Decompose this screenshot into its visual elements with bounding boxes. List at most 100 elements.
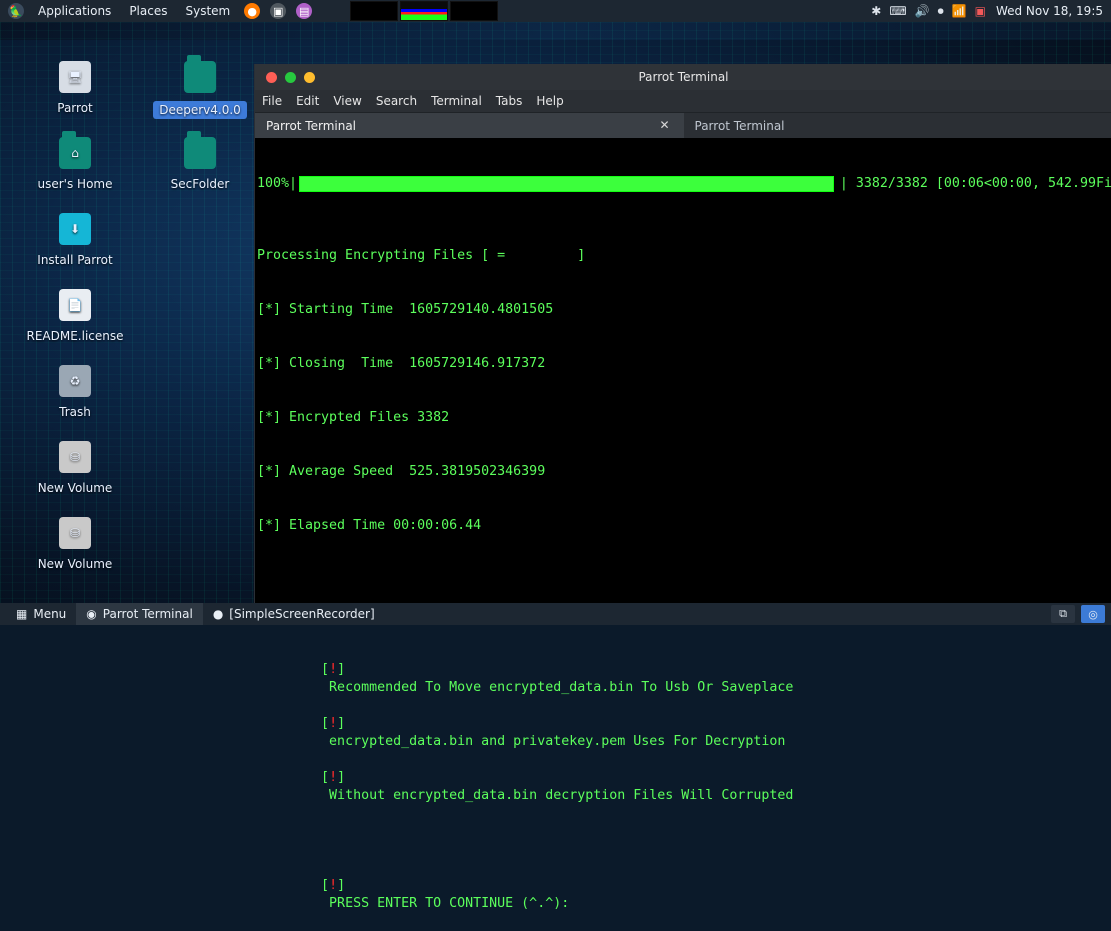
- taskbar-item-screen-recorder[interactable]: ● [SimpleScreenRecorder]: [203, 603, 385, 625]
- terminal-task-icon: ◉: [86, 607, 96, 621]
- places-menu[interactable]: Places: [125, 4, 171, 18]
- drive-icon: ⛁: [59, 441, 91, 473]
- terminal-tabbar: Parrot Terminal ✕ Parrot Terminal: [255, 112, 1111, 138]
- terminal-titlebar[interactable]: Parrot Terminal: [255, 64, 1111, 90]
- bottom-panel: ▦ Menu ◉ Parrot Terminal ● [SimpleScreen…: [0, 603, 1111, 625]
- output-line: [*] Closing Time 1605729146.917372: [257, 355, 1111, 373]
- output-line: [257, 805, 1111, 823]
- taskbar-item-parrot-terminal[interactable]: ◉ Parrot Terminal: [76, 603, 203, 625]
- desktop-icon-deeperv4[interactable]: Deeperv4.0.0: [145, 57, 255, 133]
- workspace-switcher-2[interactable]: ◎: [1081, 605, 1105, 623]
- menu-tabs[interactable]: Tabs: [496, 94, 523, 108]
- terminal-output[interactable]: 100%| | 3382/3382 [00:06<00:00, 542.99Fi…: [255, 137, 1111, 606]
- folder-icon: [184, 137, 216, 169]
- desktop-icons-left: 🖥 Parrot ⌂ user's Home ⬇ Install Parrot …: [20, 57, 130, 589]
- bracket-close: ]: [337, 716, 345, 731]
- cpu-graph: [350, 1, 398, 21]
- bracket-open: [: [321, 878, 329, 893]
- progress-suffix: | 3382/3382 [00:06<00:00, 542.99Fi: [840, 175, 1111, 193]
- clock[interactable]: Wed Nov 18, 19:5: [996, 4, 1103, 18]
- output-line: Processing Encrypting Files [ = ]: [257, 247, 1111, 265]
- install-icon: ⬇: [59, 213, 91, 245]
- desktop-icon-label: SecFolder: [171, 177, 230, 191]
- warning-line: [!] encrypted_data.bin and privatekey.pe…: [257, 697, 1111, 715]
- desktop-icon-install[interactable]: ⬇ Install Parrot: [20, 209, 130, 285]
- bluetooth-icon[interactable]: ✱: [871, 4, 881, 18]
- output-line: [*] Elapsed Time 00:00:06.44: [257, 517, 1111, 535]
- desktop-icon-new-volume-1[interactable]: ⛁ New Volume: [20, 437, 130, 513]
- top-panel: 🦜 Applications Places System ● ▣ ▤ ✱ ⌨ 🔊…: [0, 0, 1111, 22]
- desktop-icon-label: README.license: [26, 329, 123, 343]
- desktop: 🖥 Parrot ⌂ user's Home ⬇ Install Parrot …: [0, 22, 1111, 604]
- recorder-task-icon: ●: [213, 607, 223, 621]
- menu-search[interactable]: Search: [376, 94, 417, 108]
- tab-parrot-terminal-2[interactable]: Parrot Terminal: [684, 113, 1111, 138]
- terminal-launcher-icon[interactable]: ▣: [270, 3, 286, 19]
- menu-file[interactable]: File: [262, 94, 282, 108]
- document-icon: 📄: [59, 289, 91, 321]
- system-menu[interactable]: System: [181, 4, 234, 18]
- desktop-icon-trash[interactable]: ♻ Trash: [20, 361, 130, 437]
- tab-parrot-terminal-1[interactable]: Parrot Terminal ✕: [255, 113, 684, 138]
- desktop-icon-secfolder[interactable]: SecFolder: [145, 133, 255, 209]
- close-tab-icon[interactable]: ✕: [659, 118, 669, 132]
- desktop-icon-home[interactable]: ⌂ user's Home: [20, 133, 130, 209]
- desktop-icon-new-volume-2[interactable]: ⛁ New Volume: [20, 513, 130, 589]
- warning-line: [!] Recommended To Move encrypted_data.b…: [257, 643, 1111, 661]
- output-line: [*] Starting Time 1605729140.4801505: [257, 301, 1111, 319]
- record-icon[interactable]: ⏺: [938, 4, 944, 19]
- grid-menu-icon: ▦: [16, 607, 27, 621]
- system-monitor-applet[interactable]: [350, 1, 500, 21]
- tab-label: Parrot Terminal: [695, 119, 785, 133]
- warning-bang: !: [329, 716, 337, 731]
- desktop-icon-readme[interactable]: 📄 README.license: [20, 285, 130, 361]
- prompt-bang: !: [329, 878, 337, 893]
- applications-menu[interactable]: Applications: [34, 4, 115, 18]
- desktop-icons-right: Deeperv4.0.0 SecFolder: [145, 57, 255, 209]
- taskbar-label: [SimpleScreenRecorder]: [229, 607, 374, 621]
- menu-terminal[interactable]: Terminal: [431, 94, 482, 108]
- output-line: [*] Encrypted Files 3382: [257, 409, 1111, 427]
- bracket-open: [: [321, 716, 329, 731]
- menu-help[interactable]: Help: [536, 94, 563, 108]
- desktop-icon-label: New Volume: [38, 557, 113, 571]
- desktop-icon-parrot[interactable]: 🖥 Parrot: [20, 57, 130, 133]
- updates-icon[interactable]: ▣: [975, 4, 986, 18]
- memory-graph: [400, 1, 448, 21]
- menu-view[interactable]: View: [333, 94, 361, 108]
- warning-bang: !: [329, 770, 337, 785]
- workspace-switcher-1[interactable]: ⧉: [1051, 605, 1075, 623]
- tab-label: Parrot Terminal: [266, 119, 356, 133]
- firefox-icon[interactable]: ●: [244, 3, 260, 19]
- volume-icon[interactable]: 🔊: [915, 4, 930, 18]
- folder-icon: [184, 61, 216, 93]
- network-graph: [450, 1, 498, 21]
- terminal-title: Parrot Terminal: [255, 70, 1111, 84]
- prompt-line: [!] PRESS ENTER TO CONTINUE (^.^):: [257, 859, 1111, 877]
- computer-icon: 🖥: [59, 61, 91, 93]
- desktop-icon-label: New Volume: [38, 481, 113, 495]
- trash-icon: ♻: [59, 365, 91, 397]
- menu-launcher[interactable]: ▦ Menu: [6, 603, 76, 625]
- desktop-icon-label: Trash: [59, 405, 91, 419]
- bracket-close: ]: [337, 662, 345, 677]
- bracket-open: [: [321, 770, 329, 785]
- menu-label: Menu: [33, 607, 66, 621]
- app-launcher-icon[interactable]: ▤: [296, 3, 312, 19]
- terminal-menubar: File Edit View Search Terminal Tabs Help: [255, 90, 1111, 112]
- desktop-icon-label: Install Parrot: [37, 253, 112, 267]
- keyboard-icon[interactable]: ⌨: [889, 4, 906, 18]
- drive-icon: ⛁: [59, 517, 91, 549]
- network-icon[interactable]: 📶: [952, 4, 967, 18]
- desktop-icon-label: user's Home: [38, 177, 113, 191]
- terminal-window[interactable]: Parrot Terminal File Edit View Search Te…: [254, 64, 1111, 606]
- home-folder-icon: ⌂: [59, 137, 91, 169]
- warning-bang: !: [329, 662, 337, 677]
- system-tray: ✱ ⌨ 🔊 ⏺ 📶 ▣: [871, 4, 986, 19]
- menu-edit[interactable]: Edit: [296, 94, 319, 108]
- prompt-text: PRESS ENTER TO CONTINUE (^.^):: [321, 896, 569, 911]
- parrot-logo-icon[interactable]: 🦜: [8, 3, 24, 19]
- output-line: [257, 571, 1111, 589]
- warning-text: encrypted_data.bin and privatekey.pem Us…: [321, 734, 785, 749]
- bracket-close: ]: [337, 770, 345, 785]
